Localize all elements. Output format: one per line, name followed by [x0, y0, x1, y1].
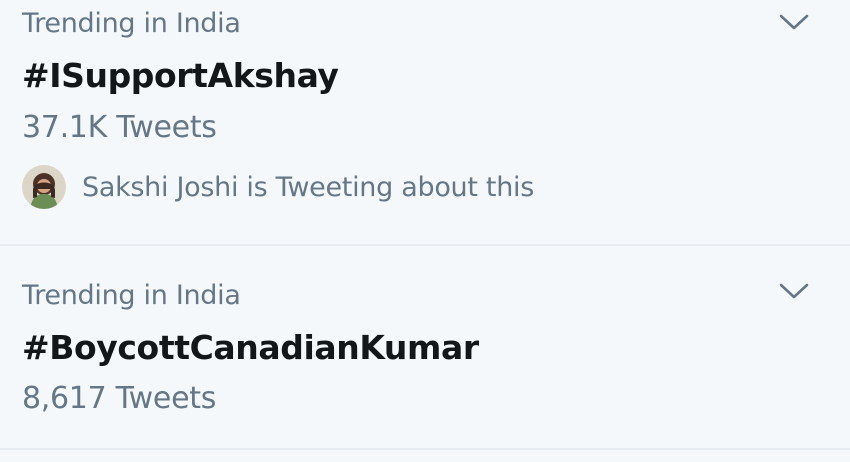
trend-context: Trending in India — [22, 280, 241, 311]
trend-tweet-count: 8,617 Tweets — [22, 381, 217, 416]
trend-social-context: Sakshi Joshi is Tweeting about this — [22, 162, 534, 212]
trend-context: Trending in India — [22, 8, 241, 39]
trend-hashtag[interactable]: #ISupportAkshay — [22, 56, 339, 95]
trend-item-isupportakshay[interactable]: Trending in India #ISupportAkshay 37.1K … — [0, 0, 850, 246]
social-context-text: Sakshi Joshi is Tweeting about this — [82, 171, 534, 203]
chevron-down-icon[interactable] — [778, 279, 810, 303]
user-avatar-icon[interactable] — [22, 165, 66, 209]
trend-tweet-count: 37.1K Tweets — [22, 110, 217, 145]
trends-list: Trending in India #ISupportAkshay 37.1K … — [0, 0, 850, 462]
trend-item-boycottcanadiankumar[interactable]: Trending in India #BoycottCanadianKumar … — [0, 246, 850, 450]
trend-hashtag[interactable]: #BoycottCanadianKumar — [22, 328, 479, 367]
chevron-down-icon[interactable] — [778, 10, 810, 34]
